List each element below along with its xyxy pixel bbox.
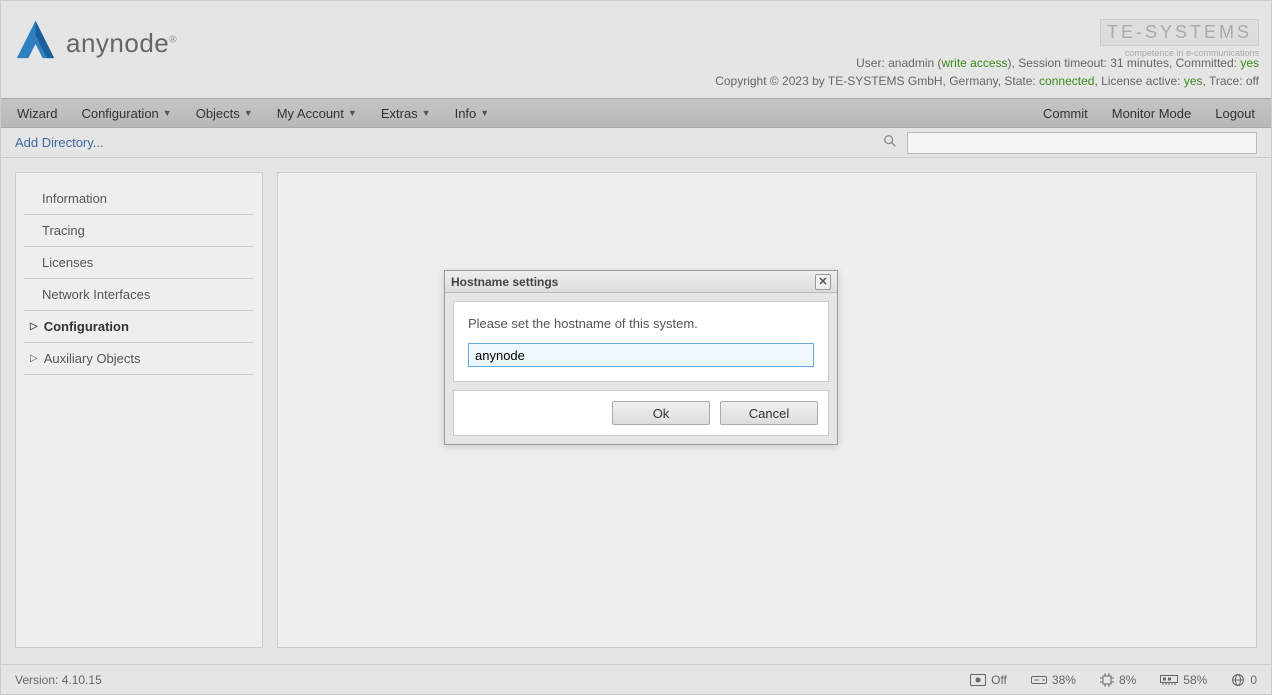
dialog-prompt: Please set the hostname of this system. (468, 316, 814, 331)
anynode-logo-icon (13, 19, 58, 67)
breadcrumb-bar: Add Directory... (1, 128, 1271, 158)
sidebar-item-configuration[interactable]: ▷Configuration (24, 311, 254, 343)
caret-down-icon: ▼ (422, 108, 431, 118)
memory-icon (1160, 674, 1178, 686)
sidebar-item-auxiliary-objects[interactable]: ▷Auxiliary Objects (24, 343, 254, 375)
caret-down-icon: ▼ (163, 108, 172, 118)
dialog-input-panel: Please set the hostname of this system. (453, 301, 829, 382)
network-icon (1231, 673, 1245, 687)
menu-commit[interactable]: Commit (1031, 100, 1100, 127)
footer-record-status: Off (970, 673, 1007, 687)
footer-disk-usage: 38% (1031, 673, 1076, 687)
caret-down-icon: ▼ (244, 108, 253, 118)
brand-name: anynode® (66, 28, 177, 59)
search-icon (883, 134, 897, 151)
status-lines: User: anadmin (write access), Session ti… (715, 54, 1259, 90)
menu-configuration[interactable]: Configuration▼ (69, 100, 183, 127)
breadcrumb[interactable]: Add Directory... (15, 135, 104, 150)
hostname-dialog: Hostname settings ✕ Please set the hostn… (444, 270, 838, 445)
dialog-body: Please set the hostname of this system. … (445, 293, 837, 444)
cpu-icon (1100, 673, 1114, 687)
disk-icon (1031, 674, 1047, 686)
triangle-right-icon: ▷ (30, 321, 38, 332)
dialog-title: Hostname settings (451, 275, 558, 289)
footer-cpu-usage: 8% (1100, 673, 1136, 687)
dialog-button-row: Ok Cancel (453, 390, 829, 436)
menu-my-account[interactable]: My Account▼ (265, 100, 369, 127)
footer-network-status: 0 (1231, 673, 1257, 687)
version-label: Version: 4.10.15 (15, 673, 102, 687)
main-panel: Hostname settings ✕ Please set the hostn… (277, 172, 1257, 648)
menu-info[interactable]: Info▼ (443, 100, 502, 127)
vendor-logo: TE-SYSTEMS (1100, 19, 1259, 46)
status-line-2: Copyright © 2023 by TE-SYSTEMS GmbH, Ger… (715, 72, 1259, 90)
dialog-close-button[interactable]: ✕ (815, 274, 831, 290)
ok-button[interactable]: Ok (612, 401, 710, 425)
close-icon: ✕ (818, 275, 827, 288)
record-icon (970, 674, 986, 686)
sidebar-item-tracing[interactable]: Tracing (24, 215, 254, 247)
sidebar-item-network-interfaces[interactable]: Network Interfaces (24, 279, 254, 311)
dialog-title-bar: Hostname settings ✕ (445, 271, 837, 293)
header: anynode® TE-SYSTEMS competence in e-comm… (1, 1, 1271, 98)
caret-down-icon: ▼ (348, 108, 357, 118)
sidebar-item-licenses[interactable]: Licenses (24, 247, 254, 279)
menu-logout[interactable]: Logout (1203, 100, 1267, 127)
menu-extras[interactable]: Extras▼ (369, 100, 443, 127)
vendor-block: TE-SYSTEMS competence in e-communication… (1100, 19, 1259, 58)
content: Information Tracing Licenses Network Int… (1, 158, 1271, 662)
footer-memory-usage: 58% (1160, 673, 1207, 687)
caret-down-icon: ▼ (480, 108, 489, 118)
menubar: Wizard Configuration▼ Objects▼ My Accoun… (1, 98, 1271, 128)
sidebar: Information Tracing Licenses Network Int… (15, 172, 263, 648)
hostname-input[interactable] (468, 343, 814, 367)
footer: Version: 4.10.15 Off 38% 8% 58% 0 (1, 664, 1271, 694)
sidebar-item-information[interactable]: Information (24, 183, 254, 215)
cancel-button[interactable]: Cancel (720, 401, 818, 425)
menu-monitor-mode[interactable]: Monitor Mode (1100, 100, 1203, 127)
triangle-right-icon: ▷ (30, 353, 38, 364)
status-line-1: User: anadmin (write access), Session ti… (715, 54, 1259, 72)
menu-objects[interactable]: Objects▼ (184, 100, 265, 127)
menu-wizard[interactable]: Wizard (5, 100, 69, 127)
search-input[interactable] (907, 132, 1257, 154)
